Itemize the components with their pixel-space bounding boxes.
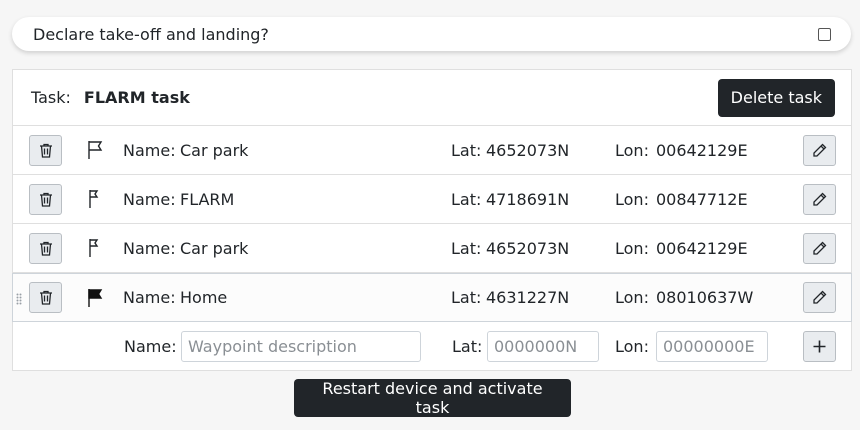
waypoint-name: FLARM [180,189,235,209]
delete-waypoint-button[interactable] [29,232,62,264]
waypoint-name: Car park [180,238,249,258]
delete-waypoint-button[interactable] [29,134,62,166]
task-name: FLARM task [83,88,190,107]
drag-handle-icon[interactable] [16,293,22,305]
pencil-icon [813,143,827,157]
lon-label: Lon: [615,288,649,307]
waypoint-name: Home [180,288,228,307]
waypoint-row[interactable]: Name: Home Lat: 4631227N Lon: 08010637W [12,273,852,322]
add-waypoint-button[interactable] [803,331,836,362]
edit-waypoint-button[interactable] [803,232,836,264]
flag-outline-icon [88,141,103,159]
edit-waypoint-button[interactable] [803,183,836,215]
task-card: Task: FLARM task Delete task Name: Car p… [12,69,852,371]
trash-icon [39,143,52,158]
turnpoint-flag-icon [89,239,99,257]
declare-checkbox[interactable] [818,27,831,41]
new-name-label: Name: [124,337,177,356]
waypoint-lat: 4652073N [486,140,570,160]
declare-toggle-row[interactable]: Declare take-off and landing? [12,17,851,51]
edit-waypoint-button[interactable] [803,282,836,313]
waypoint-lat: 4652073N [486,238,570,258]
edit-waypoint-button[interactable] [803,134,836,166]
lat-label: Lat: [451,238,482,258]
pencil-icon [813,241,827,255]
waypoint-lon: 00642129E [656,140,748,160]
new-lon-label: Lon: [615,337,649,356]
waypoint-lon: 08010637W [656,288,754,307]
pencil-icon [813,290,827,304]
flag-filled-icon [88,289,103,307]
waypoint-lon: 00642129E [656,238,748,258]
trash-icon [39,290,52,305]
turnpoint-flag-icon [89,190,99,208]
name-label: Name: [123,189,176,209]
delete-waypoint-button[interactable] [29,183,62,215]
waypoint-lat: 4631227N [486,288,570,307]
waypoint-row: Name: FLARM Lat: 4718691N Lon: 00847712E [13,175,851,224]
waypoint-lat: 4718691N [486,189,570,209]
trash-icon [39,241,52,256]
waypoint-description-input[interactable]: Waypoint description [181,331,421,362]
delete-task-button[interactable]: Delete task [717,78,835,117]
plus-icon [813,340,826,353]
longitude-input[interactable]: 00000000E [656,331,768,362]
pencil-icon [813,192,827,206]
declare-label: Declare take-off and landing? [33,24,269,44]
latitude-input[interactable]: 0000000N [487,331,599,362]
name-label: Name: [123,140,176,160]
restart-activate-button[interactable]: Restart device and activate task [294,379,571,417]
trash-icon [39,192,52,207]
lat-label: Lat: [451,288,482,307]
lon-label: Lon: [615,189,649,209]
waypoint-lon: 00847712E [656,189,748,209]
lon-label: Lon: [615,238,649,258]
waypoint-row: Name: Car park Lat: 4652073N Lon: 006421… [13,224,851,273]
name-label: Name: [123,238,176,258]
name-label: Name: [123,288,176,307]
lat-label: Lat: [451,140,482,160]
waypoint-name: Car park [180,140,249,160]
lon-label: Lon: [615,140,649,160]
task-label: Task: [31,88,71,107]
waypoint-row: Name: Car park Lat: 4652073N Lon: 006421… [13,126,851,175]
new-waypoint-row: Name: Waypoint description Lat: 0000000N… [13,322,851,371]
new-lat-label: Lat: [452,337,483,356]
lat-label: Lat: [451,189,482,209]
task-header: Task: FLARM task Delete task [13,70,851,126]
delete-waypoint-button[interactable] [29,282,62,313]
